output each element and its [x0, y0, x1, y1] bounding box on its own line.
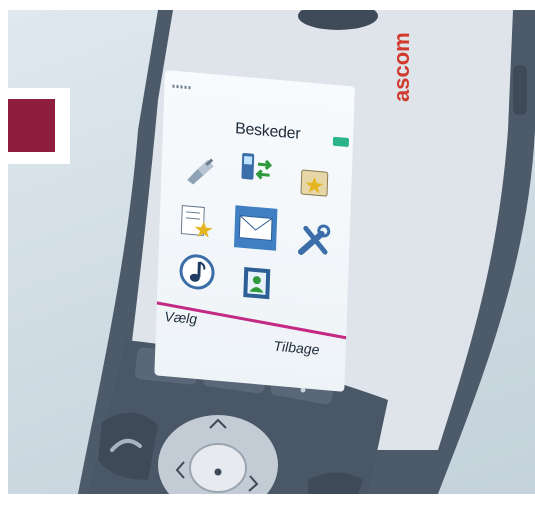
music-note-icon[interactable] [177, 251, 216, 292]
softkey-select-label[interactable]: Vælg [164, 308, 197, 327]
brand-logo: ascom [389, 32, 414, 102]
side-button[interactable] [513, 65, 527, 115]
folder-star-icon[interactable] [295, 163, 334, 204]
softkey-back-label[interactable]: Tilbage [273, 338, 319, 358]
navigation-center-button[interactable] [189, 443, 247, 493]
envelope-icon[interactable] [233, 204, 279, 252]
phone-transfer-icon[interactable] [237, 150, 276, 191]
signal-icon [172, 84, 191, 90]
network-plug-icon[interactable] [181, 150, 220, 191]
contacts-book-icon[interactable] [237, 263, 276, 304]
screen-title: Beskeder [234, 120, 301, 143]
battery-icon [332, 136, 350, 148]
photo-scene: ascom Beskeder Vælg Tilbage [8, 10, 535, 494]
phone-screen: Beskeder Vælg Tilbage [154, 70, 355, 392]
list-star-icon[interactable] [177, 201, 216, 242]
navigation-center-dot [214, 468, 222, 476]
tools-icon[interactable] [295, 220, 334, 261]
